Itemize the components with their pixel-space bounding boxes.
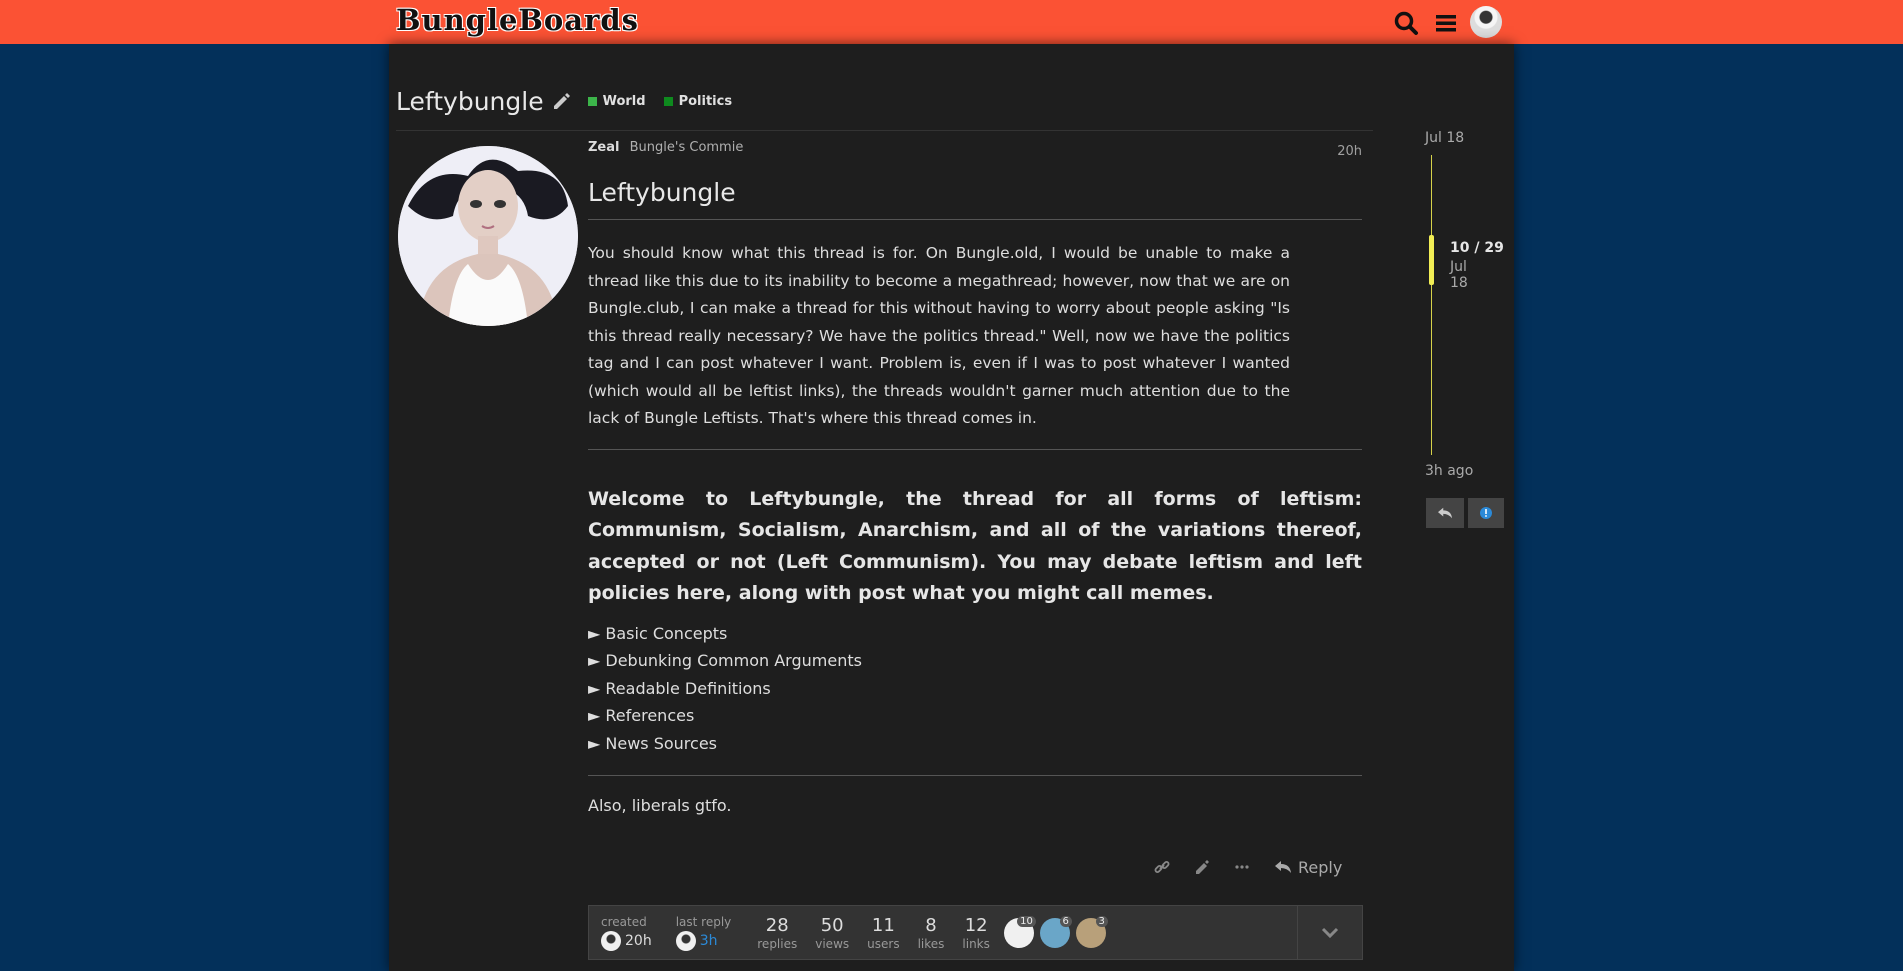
reply-icon bbox=[1438, 507, 1452, 519]
details-news-sources[interactable]: ► News Sources bbox=[588, 730, 1362, 758]
participant-post-count: 3 bbox=[1095, 915, 1108, 927]
divider bbox=[588, 219, 1362, 220]
post-meta: Zeal Bungle's Commie 20h bbox=[588, 140, 1362, 164]
last-reply-info[interactable]: last reply 3h bbox=[675, 914, 732, 951]
timeline-position-date: Jul 18 bbox=[1450, 259, 1468, 291]
stat-label: views bbox=[815, 936, 850, 951]
notification-icon bbox=[1480, 507, 1492, 519]
timeline-end[interactable]: 3h ago bbox=[1425, 463, 1473, 479]
timeline-reply-button[interactable] bbox=[1426, 498, 1464, 528]
tag-politics[interactable]: Politics bbox=[663, 93, 733, 109]
details-list: ► Basic Concepts ► Debunking Common Argu… bbox=[588, 620, 1362, 758]
divider bbox=[588, 448, 1362, 450]
timeline-start-date[interactable]: Jul 18 bbox=[1425, 130, 1464, 146]
last-reply-label: last reply bbox=[675, 914, 732, 929]
link-icon[interactable] bbox=[1150, 855, 1174, 879]
stat-likes: 8 likes bbox=[918, 915, 945, 951]
poster-avatar[interactable] bbox=[398, 146, 578, 326]
post-age[interactable]: 20h bbox=[1337, 144, 1362, 159]
post-user-title: Bungle's Commie bbox=[629, 140, 744, 155]
topic-map: created 20h last reply 3h 28 replies 50 … bbox=[588, 905, 1363, 960]
post: Zeal Bungle's Commie 20h Leftybungle You… bbox=[588, 140, 1362, 815]
details-basic-concepts[interactable]: ► Basic Concepts bbox=[588, 620, 1362, 648]
participant-post-count: 10 bbox=[1017, 915, 1036, 927]
chevron-down-icon bbox=[1321, 927, 1339, 938]
stat-links: 12 links bbox=[962, 915, 989, 951]
participant-avatar[interactable]: 3 bbox=[1075, 915, 1108, 948]
stat-label: likes bbox=[917, 936, 945, 951]
stat-views: 50 views bbox=[815, 915, 849, 951]
site-logo[interactable]: BungleBoards bbox=[396, 3, 639, 37]
tag-label: World bbox=[602, 93, 646, 109]
stat-users: 11 users bbox=[867, 915, 899, 951]
creator-avatar[interactable] bbox=[601, 930, 621, 951]
timeline-position: 10 / 29 bbox=[1450, 240, 1504, 256]
tag-color-swatch bbox=[587, 96, 597, 106]
created-label: created bbox=[601, 914, 647, 929]
participants: 10 6 3 bbox=[1003, 915, 1112, 948]
tag-label: Politics bbox=[678, 93, 733, 109]
topic-title[interactable]: Leftybungle bbox=[396, 87, 544, 116]
more-options-icon[interactable] bbox=[1230, 855, 1254, 879]
topic-timeline: Jul 18 10 / 29 Jul 18 3h ago bbox=[1425, 130, 1504, 528]
timeline-track[interactable] bbox=[1431, 155, 1432, 455]
details-references[interactable]: ► References bbox=[588, 702, 1362, 730]
topic-title-row: Leftybungle World Politics bbox=[396, 84, 732, 118]
divider bbox=[588, 775, 1362, 776]
post-username[interactable]: Zeal bbox=[588, 140, 619, 155]
details-definitions[interactable]: ► Readable Definitions bbox=[588, 675, 1362, 703]
tag-color-swatch bbox=[663, 96, 673, 106]
poster-avatar-image bbox=[398, 146, 578, 326]
user-avatar[interactable] bbox=[1470, 6, 1502, 38]
participant-avatar[interactable]: 10 bbox=[1003, 915, 1036, 948]
stat-label: links bbox=[962, 936, 990, 951]
post-intro: You should know what this thread is for.… bbox=[588, 244, 1290, 427]
details-debunking[interactable]: ► Debunking Common Arguments bbox=[588, 647, 1362, 675]
stat-number: 12 bbox=[964, 914, 988, 936]
edit-title-icon[interactable] bbox=[552, 92, 570, 110]
menu-icon[interactable] bbox=[1433, 10, 1459, 36]
divider bbox=[396, 130, 1373, 131]
stat-number: 11 bbox=[871, 914, 895, 936]
stat-number: 50 bbox=[820, 914, 844, 936]
post-welcome: Welcome to Leftybungle, the thread for a… bbox=[588, 487, 1362, 605]
reply-button[interactable]: Reply bbox=[1274, 858, 1342, 877]
post-outro: Also, liberals gtfo. bbox=[588, 796, 732, 815]
tag-world[interactable]: World bbox=[587, 93, 646, 109]
created-value: 20h bbox=[625, 932, 652, 949]
stat-number: 8 bbox=[925, 914, 937, 936]
post-actions: Reply bbox=[1150, 854, 1342, 880]
stat-number: 28 bbox=[765, 914, 789, 936]
expand-topic-map-button[interactable] bbox=[1297, 906, 1362, 959]
participant-avatar[interactable]: 6 bbox=[1039, 915, 1072, 948]
participant-post-count: 6 bbox=[1059, 915, 1072, 927]
post-heading: Leftybungle bbox=[588, 178, 736, 207]
timeline-notification-button[interactable] bbox=[1468, 498, 1504, 528]
edit-post-icon[interactable] bbox=[1190, 855, 1214, 879]
last-replier-avatar[interactable] bbox=[675, 930, 696, 951]
last-reply-value[interactable]: 3h bbox=[700, 933, 718, 949]
reply-label: Reply bbox=[1298, 857, 1343, 877]
stat-replies: 28 replies bbox=[757, 915, 797, 951]
timeline-scroller-handle[interactable] bbox=[1429, 235, 1434, 285]
stat-label: users bbox=[867, 936, 900, 951]
site-header: BungleBoards bbox=[0, 0, 1903, 44]
search-icon[interactable] bbox=[1393, 10, 1419, 36]
stat-label: replies bbox=[757, 936, 798, 951]
created-info: created 20h bbox=[601, 915, 652, 951]
reply-icon bbox=[1275, 861, 1291, 873]
